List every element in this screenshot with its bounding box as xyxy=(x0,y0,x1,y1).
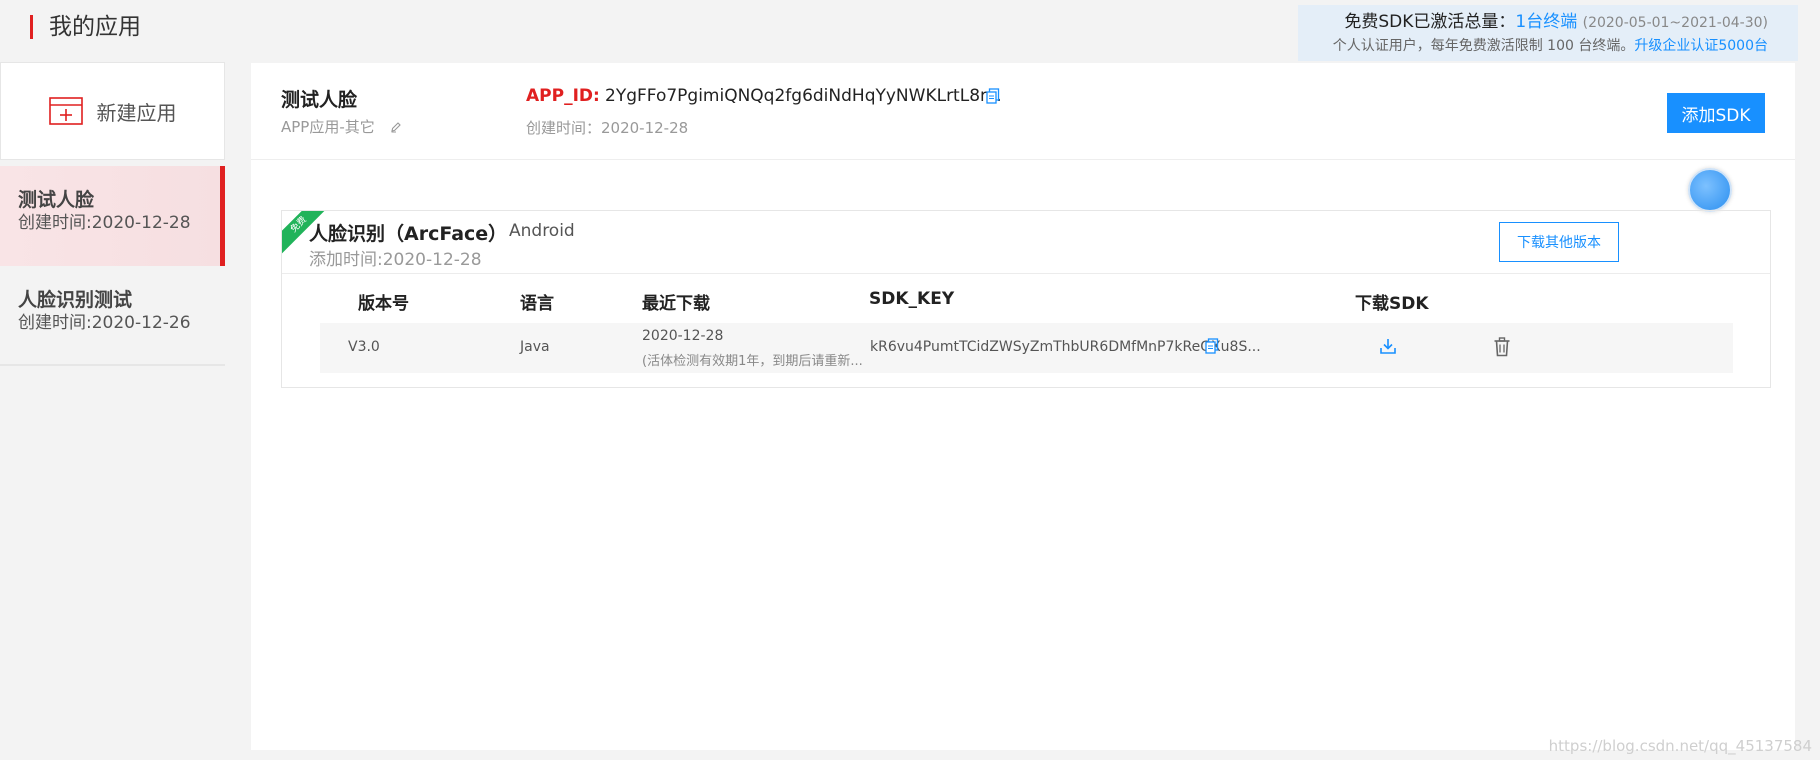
upgrade-link[interactable]: 升级企业认证5000台 xyxy=(1634,38,1768,54)
quota-summary: 免费SDK已激活总量：1台终端 (2020-05-01~2021-04-30) xyxy=(1298,9,1768,36)
app-id-label: APP_ID: xyxy=(526,86,600,106)
download-icon[interactable] xyxy=(1379,337,1397,359)
page-title: 我的应用 xyxy=(30,15,141,39)
quota-note: 个人认证用户，每年免费激活限制 100 台终端。 xyxy=(1332,38,1635,54)
column-header-sdk-key: SDK_KEY xyxy=(869,289,955,309)
sidebar-item-date: 创建时间:2020-12-26 xyxy=(18,313,191,333)
recent-download-date: 2020-12-28 xyxy=(642,328,724,344)
sdk-title: 人脸识别（ArcFace） xyxy=(309,223,508,245)
copy-icon[interactable] xyxy=(1205,338,1219,358)
column-header-recent-download: 最近下载 xyxy=(642,294,710,314)
card-divider xyxy=(282,273,1770,274)
version-cell: V3.0 xyxy=(348,339,380,355)
sdk-key-cell: kR6vu4PumtTCidZWSyZmThbUR6DMfMnP7kReGXu8… xyxy=(870,339,1261,355)
quota-note-line: 个人认证用户，每年免费激活限制 100 台终端。升级企业认证5000台 xyxy=(1298,36,1768,56)
trash-icon[interactable] xyxy=(1493,337,1511,361)
download-other-version-button[interactable]: 下载其他版本 xyxy=(1499,222,1619,262)
add-sdk-button[interactable]: 添加SDK xyxy=(1667,93,1765,133)
sidebar-item-name: 测试人脸 xyxy=(18,189,95,211)
main-panel: 测试人脸 APP应用-其它 APP_ID: 2YgFFo7PgimiQNQq2f… xyxy=(251,63,1795,750)
column-header-version: 版本号 xyxy=(358,294,409,314)
sdk-card: 免费 人脸识别（ArcFace） Android 添加时间:2020-12-28… xyxy=(281,210,1771,388)
page-header: 我的应用 免费SDK已激活总量：1台终端 (2020-05-01~2021-04… xyxy=(0,0,1820,62)
quota-label: 免费SDK已激活总量： xyxy=(1344,12,1516,32)
copy-icon[interactable] xyxy=(986,88,1000,108)
new-app-button[interactable]: 新建应用 xyxy=(0,62,225,160)
column-header-download-sdk: 下载SDK xyxy=(1355,294,1429,314)
column-header-language: 语言 xyxy=(520,294,554,314)
app-name: 测试人脸 xyxy=(281,89,358,111)
app-type: APP应用-其它 xyxy=(281,118,375,136)
language-cell: Java xyxy=(520,339,550,355)
sidebar-item-face-recognition-test[interactable]: 人脸识别测试 创建时间:2020-12-26 xyxy=(0,266,225,366)
quota-count: 1台终端 xyxy=(1515,12,1578,32)
sidebar-item-test-face[interactable]: 测试人脸 创建时间:2020-12-28 xyxy=(0,166,225,266)
table-row: V3.0 Java 2020-12-28 (活体检测有效期1年，到期后请重新..… xyxy=(320,323,1733,373)
app-created-time: 创建时间：2020-12-28 xyxy=(526,119,689,137)
app-type-row: APP应用-其它 xyxy=(281,116,402,137)
new-app-icon xyxy=(48,97,83,125)
sdk-platform: Android xyxy=(509,221,575,241)
quota-period: (2020-05-01~2021-04-30) xyxy=(1582,15,1768,31)
watermark: https://blog.csdn.net/qq_45137584 xyxy=(1548,737,1812,755)
new-app-label: 新建应用 xyxy=(96,100,177,125)
quota-panel: 免费SDK已激活总量：1台终端 (2020-05-01~2021-04-30) … xyxy=(1298,5,1798,61)
sdk-added-time: 添加时间:2020-12-28 xyxy=(309,250,482,270)
floating-assistant-button[interactable] xyxy=(1688,168,1732,212)
sidebar-item-date: 创建时间:2020-12-28 xyxy=(18,213,191,233)
sidebar-item-name: 人脸识别测试 xyxy=(18,289,133,311)
app-header: 测试人脸 APP应用-其它 APP_ID: 2YgFFo7PgimiQNQq2f… xyxy=(251,63,1795,160)
app-id-value: 2YgFFo7PgimiQNQq2fg6diNdHqYyNWKLrtL8r... xyxy=(605,86,1002,106)
recent-download-note: (活体检测有效期1年，到期后请重新... xyxy=(642,354,863,369)
sidebar: 新建应用 测试人脸 创建时间:2020-12-28 人脸识别测试 创建时间:20… xyxy=(0,62,225,752)
pencil-icon[interactable] xyxy=(390,119,402,137)
